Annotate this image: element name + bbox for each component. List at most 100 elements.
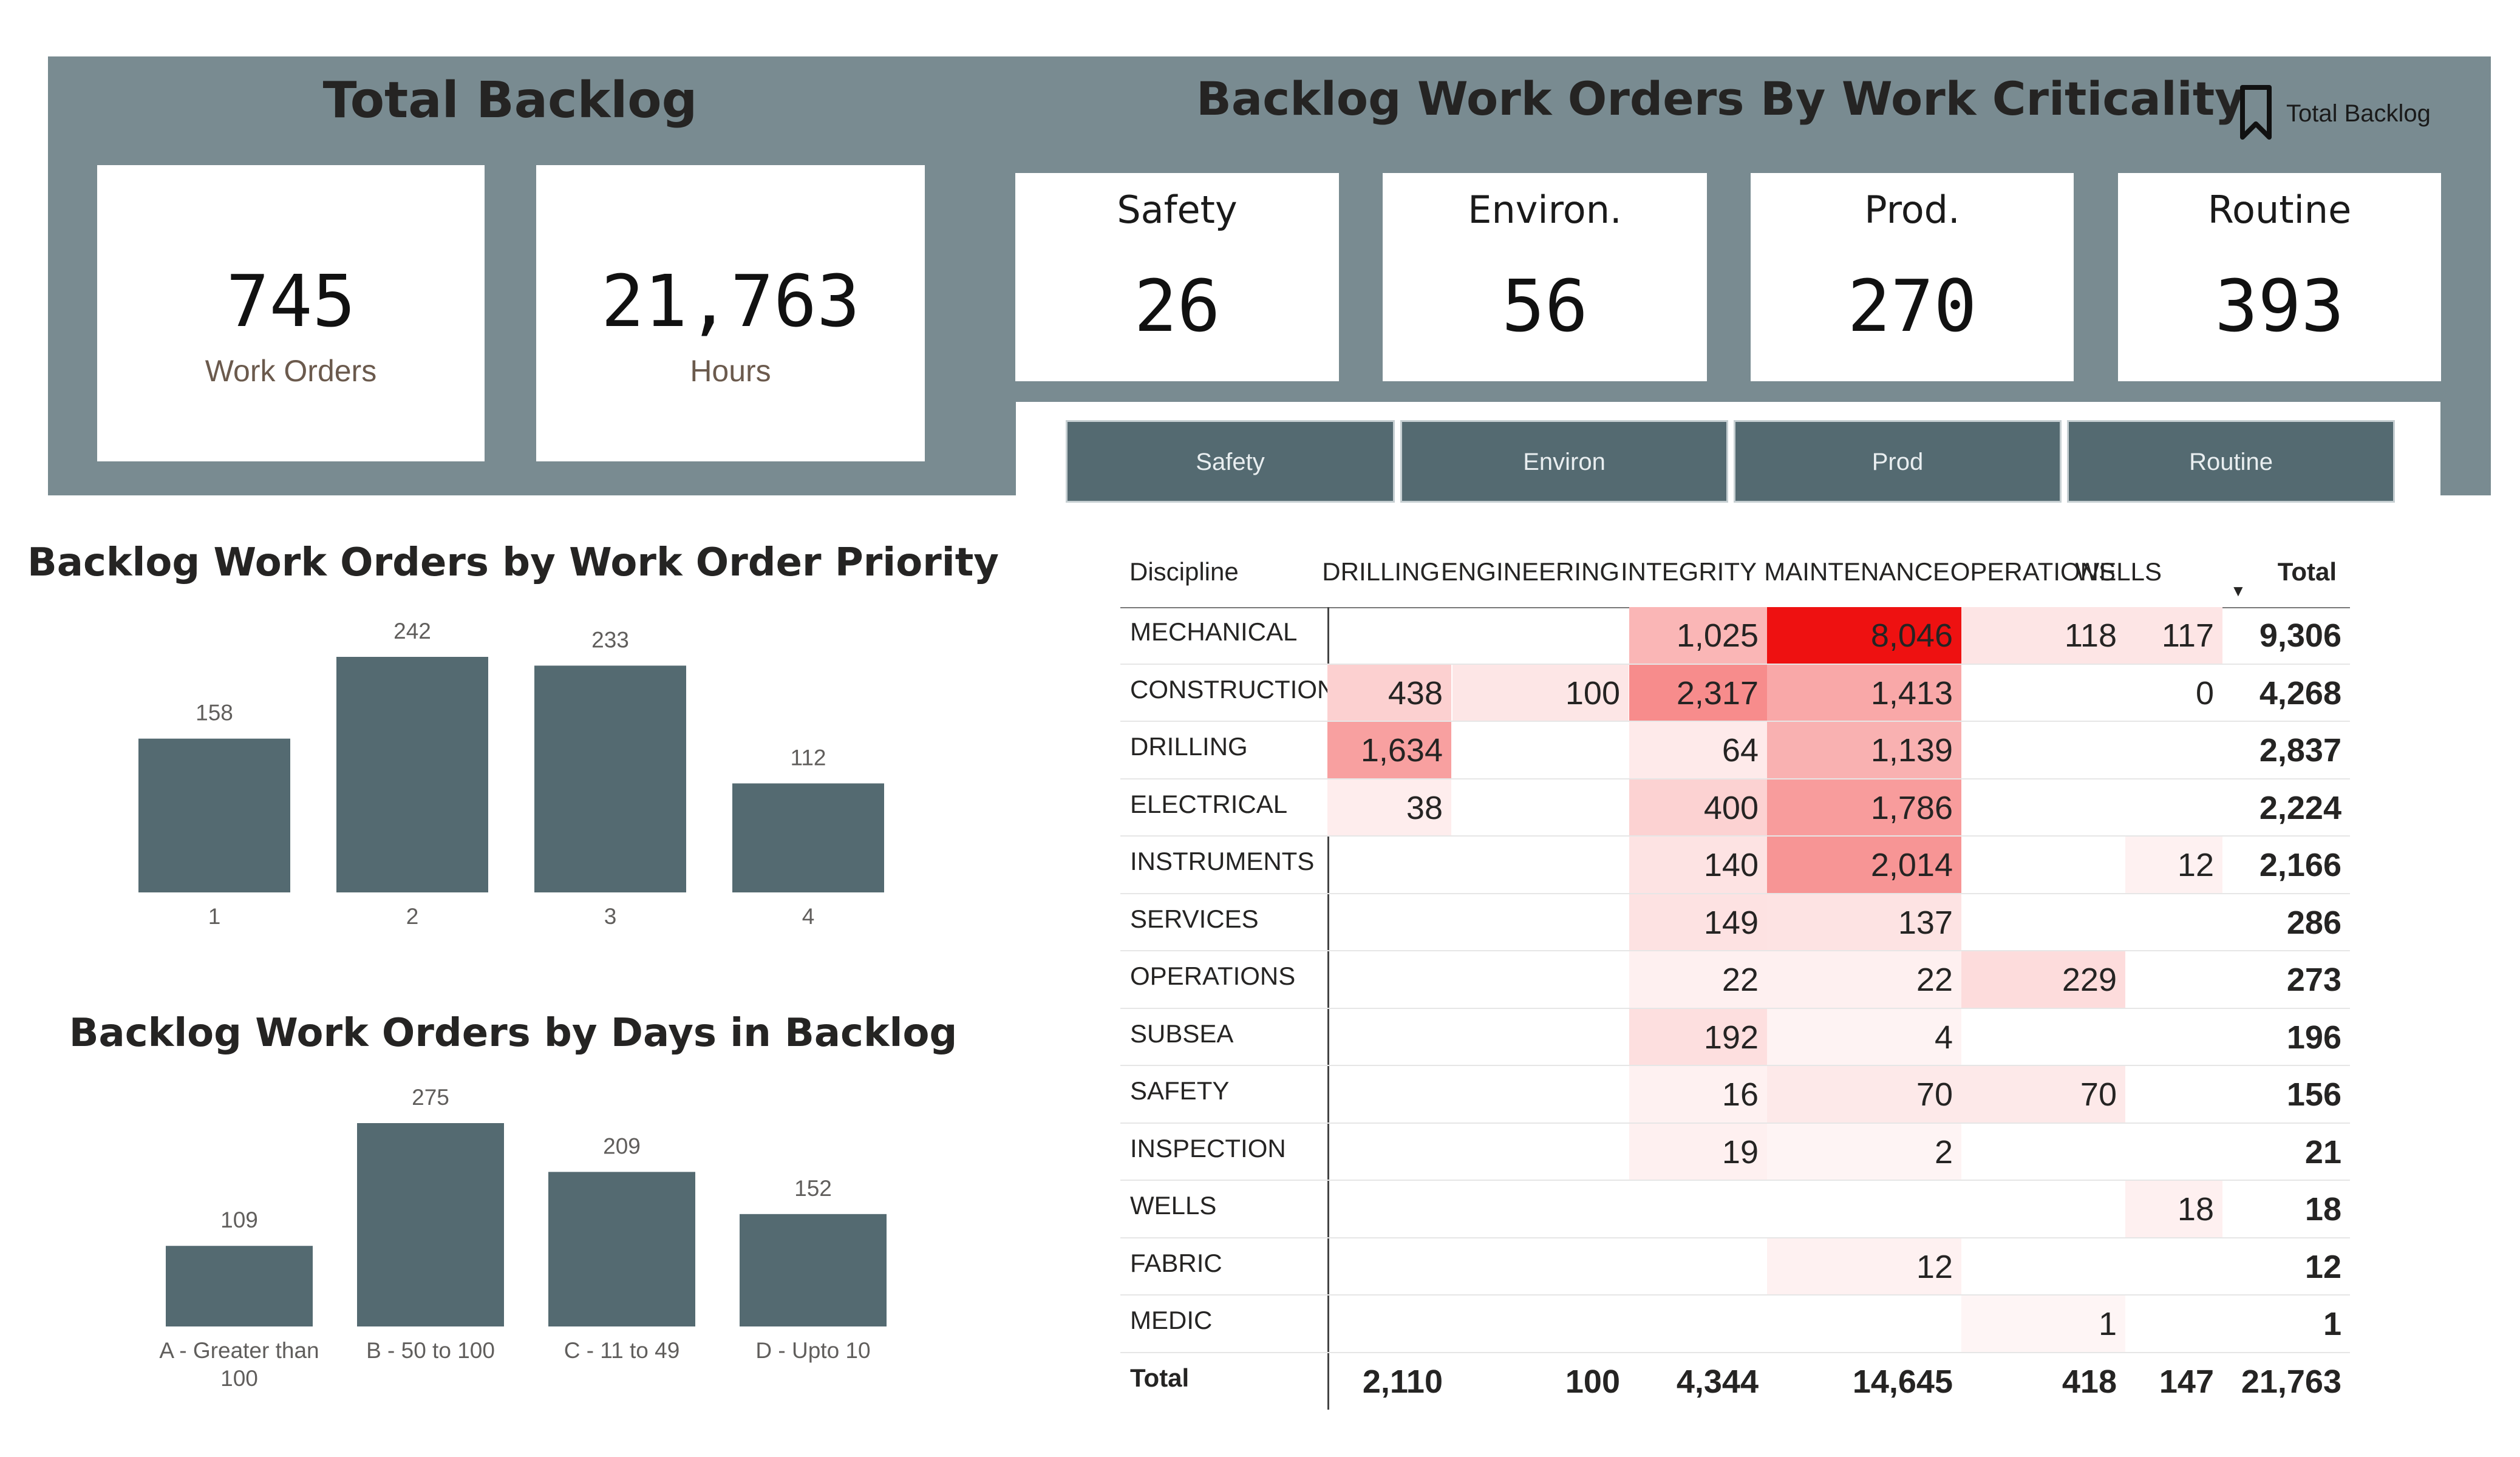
- category-label: 2: [406, 904, 419, 929]
- matrix-cell: [2125, 722, 2222, 779]
- matrix-cell: 2: [1767, 1123, 1961, 1181]
- matrix-cell: [1961, 837, 2125, 894]
- matrix-cell: 192: [1629, 1008, 1767, 1066]
- bar[interactable]: [336, 657, 488, 892]
- criticality-card-prod: Prod. 270: [1751, 173, 2074, 381]
- matrix-cell: 137: [1767, 894, 1961, 951]
- matrix-cell: 1,139: [1767, 722, 1961, 779]
- matrix-column-header[interactable]: DRILLING: [1197, 557, 1440, 586]
- matrix-column-header[interactable]: INTEGRITY: [1514, 557, 1757, 586]
- data-label: 242: [393, 619, 431, 644]
- matrix-cell: 4: [1767, 1008, 1961, 1066]
- matrix-row-total: 286: [2286, 904, 2341, 941]
- matrix-cell: 8,046: [1767, 607, 1961, 664]
- matrix-cell: 1,413: [1767, 664, 1961, 722]
- matrix-cell: 22: [1629, 951, 1767, 1008]
- filter-button-routine[interactable]: Routine: [2067, 420, 2395, 503]
- bookmark-label[interactable]: Total Backlog: [2286, 100, 2431, 127]
- matrix-cell: 1: [1961, 1296, 2125, 1353]
- matrix-total-cell: 147: [2159, 1363, 2214, 1400]
- matrix-row-label: WELLS: [1130, 1191, 1217, 1220]
- matrix-row-label: OPERATIONS: [1130, 962, 1296, 990]
- data-label: 233: [591, 627, 629, 652]
- matrix-row-line: [1120, 1351, 2350, 1353]
- matrix-cell: [1327, 1124, 1451, 1181]
- matrix-column-header[interactable]: WELLS: [1919, 557, 2162, 586]
- matrix-cell: [1327, 1238, 1451, 1296]
- bar[interactable]: [534, 665, 686, 892]
- criticality-card-value: 393: [2215, 264, 2345, 348]
- matrix-cell: [1961, 779, 2125, 837]
- matrix-cell: [1452, 722, 1629, 779]
- data-label: 275: [412, 1085, 449, 1110]
- matrix-cell: 1,786: [1767, 779, 1961, 837]
- matrix-cell: 22: [1767, 951, 1961, 1008]
- matrix-column-header[interactable]: OPERATIONS: [1873, 557, 2116, 586]
- criticality-card-value: 270: [1847, 264, 1977, 348]
- data-label: 152: [794, 1176, 832, 1201]
- category-label: C - 11 to 49: [564, 1338, 680, 1363]
- category-label: 3: [604, 904, 617, 929]
- matrix-cell: [1452, 837, 1629, 894]
- matrix-total-cell: 2,110: [1362, 1363, 1443, 1400]
- matrix-row-line: [1120, 778, 2350, 779]
- matrix-cell: 117: [2125, 607, 2222, 664]
- matrix-row-label: ELECTRICAL: [1130, 789, 1288, 818]
- matrix-cell: [1629, 1181, 1767, 1238]
- filter-button-prod[interactable]: Prod: [1734, 420, 2062, 503]
- matrix-cell: [1961, 1124, 2125, 1181]
- filter-button-safety[interactable]: Safety: [1066, 420, 1395, 503]
- matrix-column-header[interactable]: ENGINEERING: [1377, 557, 1619, 586]
- matrix-cell: [2125, 1009, 2222, 1066]
- matrix-cell: [1961, 894, 2125, 951]
- bar[interactable]: [740, 1214, 887, 1326]
- matrix-divider: [1327, 607, 1329, 1410]
- matrix-cell: 38: [1327, 779, 1451, 837]
- bar[interactable]: [732, 783, 884, 892]
- bar[interactable]: [138, 738, 290, 892]
- criticality-card-safety: Safety 26: [1015, 173, 1339, 381]
- matrix-cell: [1327, 1009, 1451, 1066]
- matrix-cell: [1327, 837, 1451, 894]
- criticality-card-label: Environ.: [1468, 188, 1622, 232]
- matrix-row-label: DRILLING: [1130, 732, 1248, 761]
- matrix-row-label: INSPECTION: [1130, 1133, 1286, 1163]
- matrix-row-line: [1120, 1294, 2350, 1296]
- matrix-grand-total: 21,763: [2241, 1363, 2341, 1400]
- days-chart-title: Backlog Work Orders by Days in Backlog: [69, 1011, 958, 1056]
- data-label: 112: [791, 745, 826, 770]
- bookmark-icon[interactable]: [2239, 85, 2272, 140]
- matrix-column-header[interactable]: Total: [2094, 557, 2337, 586]
- matrix-row-total: 21: [2304, 1133, 2341, 1170]
- matrix-row-total: 12: [2304, 1248, 2341, 1285]
- matrix-cell: [2125, 1238, 2222, 1296]
- matrix-cell: 438: [1327, 664, 1451, 722]
- filter-button-environ[interactable]: Environ: [1400, 420, 1728, 503]
- bar[interactable]: [357, 1123, 504, 1326]
- matrix-cell: 1,634: [1327, 722, 1451, 779]
- work-orders-card: 745 Work Orders: [97, 165, 485, 461]
- matrix-row-line: [1120, 835, 2350, 837]
- work-orders-label: Work Orders: [205, 354, 377, 388]
- matrix-cell: 0: [2195, 674, 2214, 712]
- category-label: 1: [208, 904, 221, 929]
- criticality-card-label: Safety: [1117, 188, 1238, 232]
- matrix-cell: 100: [1452, 664, 1629, 722]
- bar[interactable]: [548, 1172, 695, 1326]
- matrix-cell: [1452, 1296, 1629, 1353]
- category-label: 100: [220, 1366, 258, 1391]
- priority-chart-title: Backlog Work Orders by Work Order Priori…: [27, 540, 999, 585]
- data-label: 209: [603, 1133, 641, 1158]
- matrix-cell: 70: [1961, 1066, 2125, 1123]
- criticality-card-value: 26: [1134, 264, 1221, 348]
- matrix-column-header[interactable]: MAINTENANCE: [1707, 557, 1950, 586]
- matrix-cell: [1452, 1009, 1629, 1066]
- matrix-cell: [1327, 1066, 1451, 1123]
- days-bar-chart: 109 A - Greater than 100 275 B - 50 to 100 20…: [159, 1085, 887, 1391]
- matrix-total-label: Total: [1130, 1363, 1190, 1392]
- bar[interactable]: [166, 1246, 313, 1326]
- matrix-row-label: SAFETY: [1130, 1076, 1230, 1105]
- matrix-cell: 18: [2125, 1181, 2222, 1238]
- matrix-row-label: SERVICES: [1130, 904, 1259, 933]
- matrix-cell: 2,014: [1767, 837, 1961, 894]
